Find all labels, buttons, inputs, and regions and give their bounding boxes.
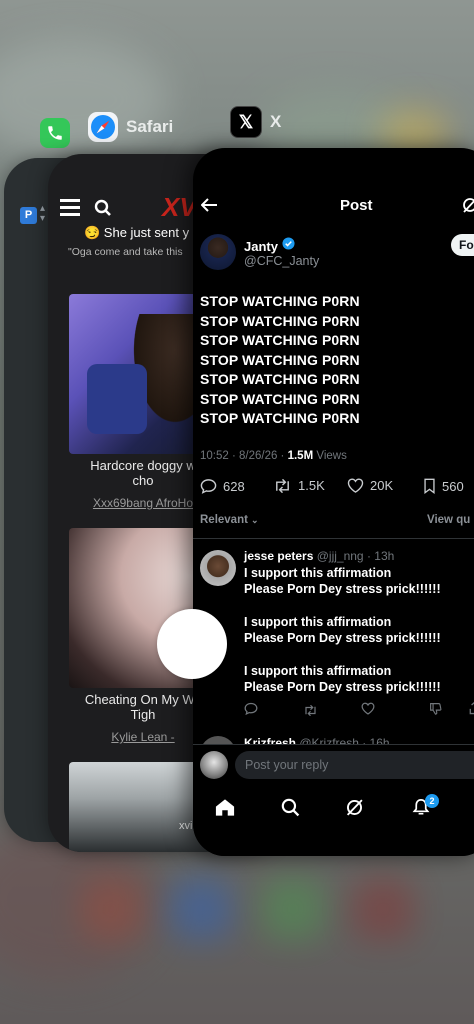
reply-text-line: I support this affirmation bbox=[244, 664, 392, 678]
grok-icon[interactable] bbox=[461, 196, 474, 219]
post-text-line: STOP WATCHING P0RN bbox=[200, 352, 360, 368]
reply-text-line: I support this affirmation bbox=[244, 566, 392, 580]
x-app-label[interactable]: 𝕏 X bbox=[230, 106, 281, 138]
my-avatar[interactable] bbox=[200, 751, 228, 779]
home-icon[interactable] bbox=[215, 798, 235, 822]
author-handle[interactable]: @CFC_Janty bbox=[244, 254, 319, 268]
post-text-line: STOP WATCHING P0RN bbox=[200, 332, 360, 348]
reply-text-line: Please Porn Dey stress prick!!!!!! bbox=[244, 582, 441, 596]
x-app-icon: 𝕏 bbox=[230, 106, 262, 138]
divider bbox=[193, 538, 474, 539]
reply-icon bbox=[200, 479, 217, 494]
repost-icon bbox=[276, 478, 289, 493]
post-text-line: STOP WATCHING P0RN bbox=[200, 391, 360, 407]
bookmark-icon bbox=[424, 478, 435, 494]
search-icon[interactable] bbox=[281, 798, 300, 822]
assistive-touch-button[interactable] bbox=[157, 609, 227, 679]
like-count[interactable]: 20K bbox=[347, 478, 393, 493]
p-app-icon: P bbox=[20, 207, 37, 224]
menu-icon[interactable] bbox=[60, 198, 80, 221]
site-logo[interactable]: XV bbox=[162, 192, 197, 223]
phone-app-icon bbox=[40, 118, 70, 148]
page-title: Post bbox=[340, 197, 373, 214]
reply-text-line: Please Porn Dey stress prick!!!!!! bbox=[244, 631, 441, 645]
post-text-line: STOP WATCHING P0RN bbox=[200, 410, 360, 426]
search-icon[interactable] bbox=[94, 199, 112, 222]
chevron-updown-icon: ▴ ▾ bbox=[40, 203, 46, 224]
thumbnail-watermark: xvi bbox=[179, 820, 193, 832]
back-arrow-icon[interactable] bbox=[200, 198, 217, 217]
verified-badge-icon bbox=[282, 237, 295, 255]
notification-subtext: "Oga come and take this bbox=[68, 246, 183, 258]
reply-input[interactable]: Post your reply bbox=[235, 751, 474, 779]
post-meta: 10:52 · 8/26/26 · 1.5M Views bbox=[200, 450, 347, 462]
safari-label-text: Safari bbox=[126, 117, 174, 136]
notification-text: 😏 She just sent y bbox=[84, 225, 190, 240]
reply-icon[interactable] bbox=[244, 702, 258, 720]
post-text-line: STOP WATCHING P0RN bbox=[200, 293, 360, 309]
author-name[interactable]: Janty bbox=[244, 237, 295, 255]
heart-icon[interactable] bbox=[361, 702, 375, 720]
author-avatar[interactable] bbox=[200, 234, 236, 270]
view-quotes-link[interactable]: View qu bbox=[427, 514, 470, 526]
x-label-text: X bbox=[270, 112, 282, 131]
share-icon[interactable] bbox=[469, 701, 474, 720]
reply-count[interactable]: 628 bbox=[200, 478, 245, 494]
chevron-down-icon: ⌄ bbox=[250, 514, 259, 525]
repost-icon[interactable] bbox=[303, 703, 318, 721]
reply-text-line: I support this affirmation bbox=[244, 615, 392, 629]
x-app-card[interactable]: Post Janty @CFC_Janty Fo STOP WATCHING P… bbox=[193, 148, 474, 856]
reply-header[interactable]: jesse peters @jjj_nng · 13h bbox=[244, 549, 394, 563]
follow-button[interactable]: Fo bbox=[451, 234, 474, 256]
phone-app-label[interactable] bbox=[40, 118, 70, 148]
thumbs-down-icon[interactable] bbox=[429, 702, 442, 720]
post-text-line: STOP WATCHING P0RN bbox=[200, 313, 360, 329]
safari-app-label[interactable]: Safari bbox=[88, 112, 173, 142]
sort-dropdown[interactable]: Relevant ⌄ bbox=[200, 514, 258, 526]
reply-avatar[interactable] bbox=[200, 550, 236, 586]
bookmark-count[interactable]: 560 bbox=[423, 478, 464, 494]
post-text-line: STOP WATCHING P0RN bbox=[200, 371, 360, 387]
notification-badge: 2 bbox=[425, 794, 439, 808]
thumbnail-couch bbox=[87, 364, 147, 434]
grok-icon[interactable] bbox=[345, 798, 364, 822]
heart-icon bbox=[347, 478, 364, 493]
reply-text-line: Please Porn Dey stress prick!!!!!! bbox=[244, 680, 441, 694]
safari-icon bbox=[88, 112, 118, 142]
repost-count[interactable]: 1.5K bbox=[273, 478, 325, 493]
